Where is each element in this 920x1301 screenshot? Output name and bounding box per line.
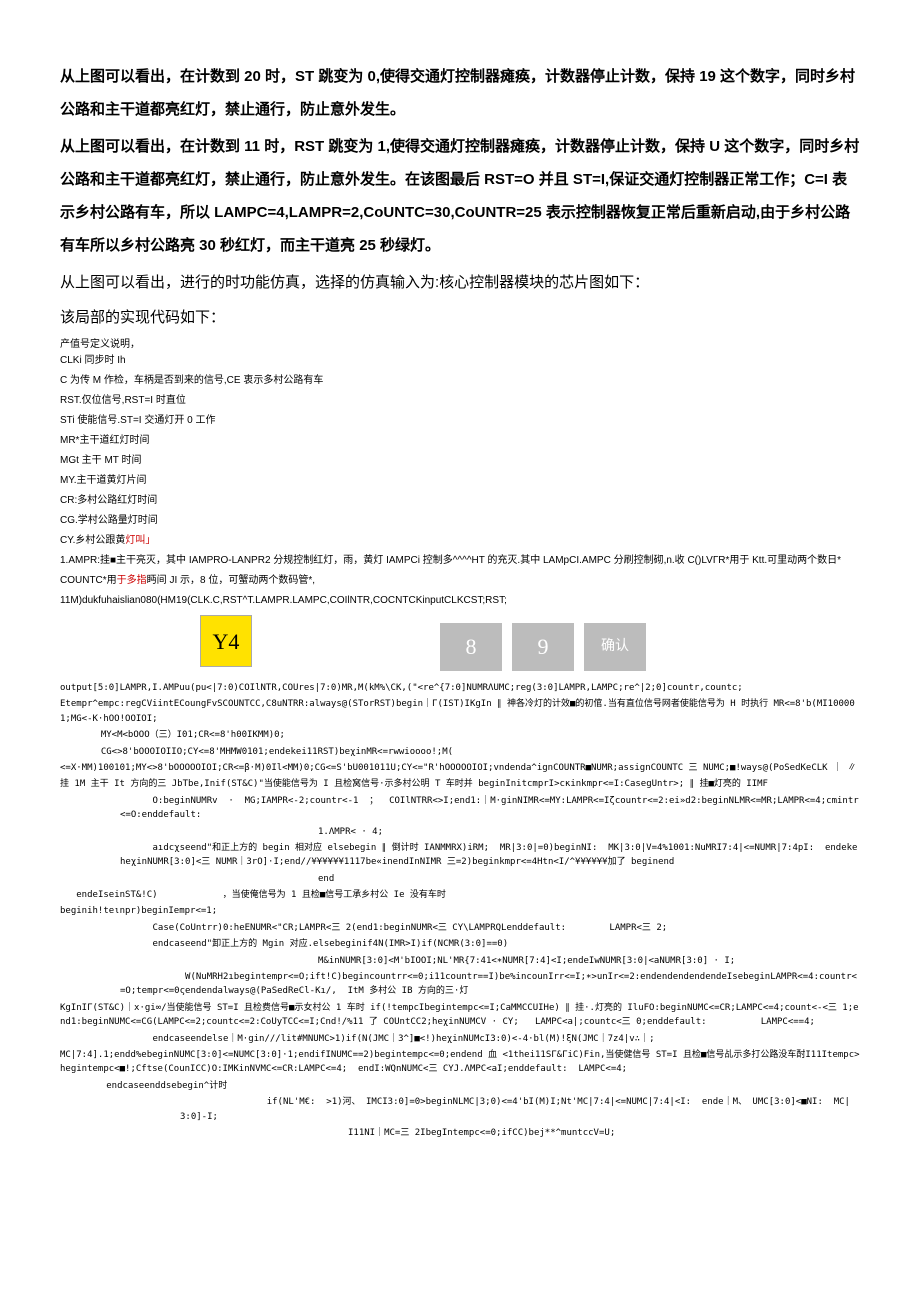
code-comment-11: 1.AMPR:挂■主干亮灭，其中 IAMPRO-LANPR2 分规控制红灯，雨，… [60,553,860,569]
code-line: endcaseendelse｜M·gin///lit#MNUMC>1)if(N(… [120,1032,860,1046]
code-line: Etempr^empc:regCViintECoungFvSCOUNTCC,C8… [60,697,860,726]
code-line: endcaseend"卸正上方的 Mgin 对应.elsebeginif4N(I… [120,937,860,951]
code-comment-10: CY.乡村公跟黄灯叫」 [60,533,860,549]
code-comment-13: 11M)dukfuhaislian080(HM19(CLK.C,RST^T.LA… [60,593,860,609]
code-comment-2: C 为传 M 作检，车柄是否到来的信号,CE 衷示多村公路有车 [60,373,860,389]
code-line: 1.ΛMPR< · 4; [150,825,860,839]
code-line: output[5:0]LAMPR,I.AMPuu(pu<|7:0)COIlNTR… [60,681,860,695]
y4-label: Y4 [200,615,252,667]
code-line: 挂 1M 主干 It 方向的三 JbTbe,Inif(ST&C)"当使能信号为 … [60,777,860,791]
code-comment-5: MR*主干道红灯时间 [60,433,860,449]
code-line: <=X·MM)100101;MY<>8'bOOOOOIOI;CR<=β·M)0I… [60,761,860,775]
keypad-confirm[interactable]: 确认 [584,623,646,671]
code-line: beginih!teιnpr)beginIempr<=1; [60,904,860,918]
code-line: W(NuMRH2ıbegintempr<=O;ift!C)begincountr… [120,970,860,999]
code-comment-4: STi 使能信号.ST=I 交通灯开 0 工作 [60,413,860,429]
code-comment-7: MY.主干道黄灯片间 [60,473,860,489]
code-line: I11NI｜MC=三 2IbegIntempc<=0;ifCC)bej**^mu… [180,1126,860,1140]
code-line: end [150,872,860,886]
keypad-8[interactable]: 8 [440,623,502,671]
code-line: endeIseinST&!C) ，当使俺信号为 1 且检■信号工承乡村公 Ie … [60,888,860,902]
code-line: if(NL'M€: >1)河、 IMCI3:0]=0>beginNLMC|3;0… [180,1095,860,1124]
code-line: MC|7:4].1;endd%ebeginNUMC[3:0]<=NUMC[3:0… [60,1048,860,1077]
code-comment-9: CG.学村公路量灯时间 [60,513,860,529]
code-line: CG<>8'bOOOIOIIO;CY<=8'MHMW0101;endekei11… [90,745,860,759]
paragraph-3: 从上图可以看出，进行的时功能仿真，选择的仿真输入为:核心控制器模块的芯片图如下： [60,266,860,299]
code-line: KgInIΓ(ST&C)｜x·gi∞/当使能信号 ST=I 且检费信号■示女村公… [60,1001,860,1030]
code-comment-12: COUNTC*用于多指眄间 JI 示，8 位，可蟹动两个数码管*, [60,573,860,589]
code-line: M&inNUMR[3:0]<M'bIOOI;NL'MR{7:41<∗NUMR[7… [150,954,860,968]
code-line: Case(CoUntrr)0:heENUMR<"CR;LAMPR<三 2(end… [120,921,860,935]
code-line: aıdcχseend"和正上方的 begin 相对应 elsebegin ∥ 倒… [120,841,860,870]
paragraph-1: 从上图可以看出，在计数到 20 时，ST 跳变为 0,使得交通灯控制器瘫痪，计数… [60,60,860,126]
paragraph-2: 从上图可以看出，在计数到 11 时，RST 跳变为 1,使得交通灯控制器瘫痪，计… [60,130,860,262]
code-comment-8: CR:多村公路红灯时间 [60,493,860,509]
keypad-9[interactable]: 9 [512,623,574,671]
code-line: O:beginNUMRv · MG;IAMPR<-2;countr<-1 ； C… [120,794,860,823]
code-comment-6: MGt 主干 MT 时间 [60,453,860,469]
code-comment-3: RST.仅位信号,RST=I 时直位 [60,393,860,409]
keypad-row: 8 9 确认 [440,623,860,671]
code-line: endcaseenddsebegin^计时 [90,1079,860,1093]
code-comment-1: 产值号定义说明，CLKi 同步时 Ih [60,337,860,369]
code-line: MY<M<bOOO（三）I01;CR<=8'h00IKMM)0; [90,728,860,742]
subheading: 该局部的实现代码如下： [60,303,860,333]
